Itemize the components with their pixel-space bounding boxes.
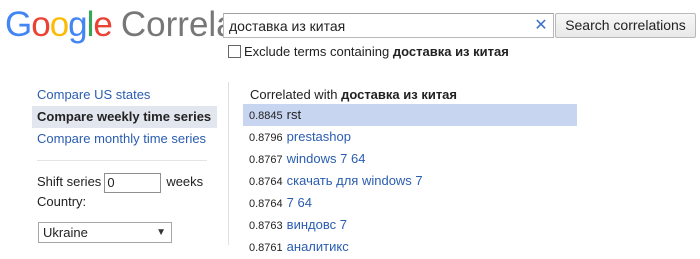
country-label: Country: — [37, 194, 87, 209]
results-header: Correlated with доставка из китая — [250, 86, 457, 104]
result-score: 0.8845 — [249, 110, 283, 122]
logo-letter: g — [68, 5, 87, 44]
search-correlations-button[interactable]: Search correlations — [555, 13, 696, 38]
logo-letter: o — [31, 5, 50, 44]
shift-series-row: Shift series 0 weeks — [37, 171, 203, 193]
close-icon[interactable]: ✕ — [534, 17, 548, 34]
result-row[interactable]: 0.8764 7 64 — [243, 192, 577, 214]
result-row[interactable]: 0.8761 аналитикс — [243, 236, 577, 258]
logo-google-word: Google — [5, 5, 113, 44]
result-row[interactable]: 0.8845 rst — [243, 104, 577, 126]
result-score: 0.8764 — [249, 198, 283, 210]
sidebar-divider — [37, 160, 207, 161]
sidebar-item[interactable]: Compare monthly time series — [32, 128, 217, 150]
result-score: 0.8796 — [249, 132, 283, 144]
exclude-terms-checkbox[interactable] — [228, 45, 241, 58]
result-row[interactable]: 0.8796 prestashop — [243, 126, 577, 148]
result-term-link[interactable]: windows 7 64 — [287, 151, 366, 166]
result-term-link[interactable]: prestashop — [287, 129, 351, 144]
result-row[interactable]: 0.8767 windows 7 64 — [243, 148, 577, 170]
logo-letter: o — [49, 5, 69, 44]
result-term-link[interactable]: rst — [287, 107, 301, 122]
exclude-terms-row: Exclude terms containing доставка из кит… — [228, 43, 509, 61]
result-score: 0.8761 — [249, 242, 283, 254]
shift-series-unit: weeks — [166, 174, 204, 189]
sidebar: Compare US states Compare weekly time ser… — [32, 84, 217, 150]
sidebar-item[interactable]: Compare weekly time series — [32, 106, 217, 128]
logo-letter: l — [86, 5, 95, 44]
search-input[interactable] — [229, 17, 529, 34]
result-row[interactable]: 0.8763 виндовс 7 — [243, 214, 577, 236]
result-term-link[interactable]: 7 64 — [287, 195, 312, 210]
results-list: 0.8845 rst 0.8796 prestashop 0.8767 windows 7… — [243, 104, 577, 258]
shift-series-input[interactable]: 0 — [104, 172, 162, 193]
result-term-link[interactable]: скачать для windows 7 — [287, 173, 423, 188]
shift-series-label: Shift series — [37, 174, 102, 189]
results-header-prefix: Correlated with — [250, 87, 338, 102]
country-select[interactable]: Ukraine ▼ — [38, 222, 172, 243]
country-select-value: Ukraine — [43, 225, 88, 240]
column-divider — [228, 82, 229, 245]
chevron-down-icon: ▼ — [156, 227, 166, 238]
exclude-terms-term: доставка из китая — [392, 44, 509, 59]
logo-letter: G — [5, 5, 32, 44]
result-term-link[interactable]: аналитикс — [287, 239, 349, 254]
result-term-link[interactable]: виндовс 7 — [287, 217, 347, 232]
result-score: 0.8764 — [249, 176, 283, 188]
result-row[interactable]: 0.8764 скачать для windows 7 — [243, 170, 577, 192]
result-score: 0.8767 — [249, 154, 283, 166]
exclude-terms-label: Exclude terms containing — [244, 44, 390, 59]
result-score: 0.8763 — [249, 220, 283, 232]
results-header-term: доставка из китая — [341, 87, 457, 102]
search-box: ✕ — [223, 13, 554, 38]
logo-letter: e — [93, 5, 112, 44]
sidebar-item[interactable]: Compare US states — [32, 84, 217, 106]
